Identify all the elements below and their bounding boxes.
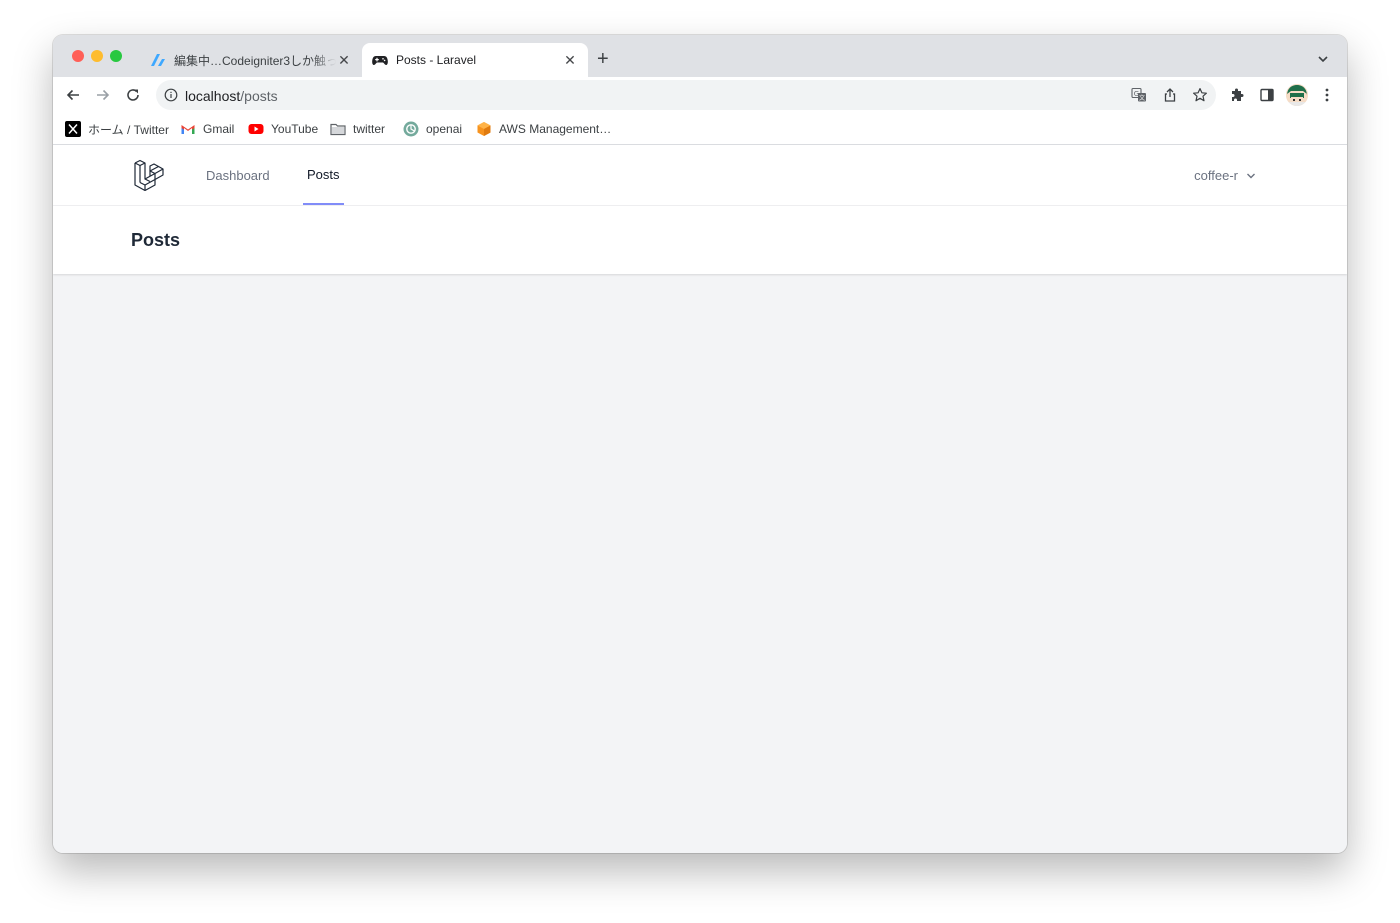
bookmark-label: Gmail [203,122,235,136]
nav-link-posts[interactable]: Posts [303,145,344,205]
bookmark-openai[interactable]: openai [403,120,462,138]
new-tab-button[interactable]: + [597,49,609,69]
url-host: localhost [185,88,241,104]
browser-tab-posts[interactable]: Posts - Laravel ✕ [362,43,588,77]
app-navigation: Dashboard Posts coffee-r [53,145,1347,206]
tab-close-icon[interactable]: ✕ [562,52,578,69]
user-dropdown[interactable]: coffee-r [1194,145,1256,205]
browser-window: 編集中…Codeigniter3しか触ってこなかった ✕ Posts - Lar… [53,35,1347,853]
site-info-icon[interactable] [164,88,178,107]
svg-text:文: 文 [1139,94,1145,102]
tab-title: 編集中…Codeigniter3しか触ってこなかった [174,53,336,68]
tab-close-icon[interactable]: ✕ [336,52,352,69]
address-bar[interactable]: localhost/posts G文 [156,80,1216,110]
bookmark-folder-twitter[interactable]: twitter [330,120,385,138]
gamepad-icon [372,52,388,68]
forward-arrow-icon[interactable] [94,86,112,104]
bookmark-label: twitter [353,122,386,136]
tab-title: Posts - Laravel [396,53,477,67]
reload-icon[interactable] [124,86,142,104]
nav-link-dashboard[interactable]: Dashboard [206,145,270,205]
openai-icon [403,121,419,137]
browser-tab-zenn[interactable]: 編集中…Codeigniter3しか触ってこなかった ✕ [140,43,362,77]
web-page: Dashboard Posts coffee-r Posts [53,145,1347,853]
bookmark-youtube[interactable]: YouTube [248,120,318,138]
share-icon[interactable] [1162,87,1178,103]
tab-search-chevron-icon[interactable] [1317,51,1329,69]
aws-icon [476,121,492,137]
user-name: coffee-r [1194,167,1238,183]
extensions-puzzle-icon[interactable] [1228,86,1246,104]
bookmark-star-icon[interactable] [1192,87,1208,103]
chevron-down-icon [1246,168,1256,183]
page-header: Posts [53,206,1347,274]
window-zoom-button[interactable] [110,50,122,62]
laravel-logo-icon[interactable] [133,159,165,196]
bookmark-label: YouTube [271,122,319,136]
bookmark-label: AWS Management… [499,122,612,136]
page-title: Posts [131,230,181,250]
bookmark-gmail[interactable]: Gmail [180,120,234,138]
bookmark-twitter-home[interactable]: ホーム / Twitter [65,120,169,138]
browser-menu-kebab-icon[interactable] [1318,86,1336,104]
window-minimize-button[interactable] [91,50,103,62]
gmail-icon [180,121,196,137]
back-arrow-icon[interactable] [64,86,82,104]
bookmarks-bar: ホーム / Twitter Gmail YouTube twitter open… [53,113,1347,145]
bookmark-aws[interactable]: AWS Management… [476,120,611,138]
tab-strip: 編集中…Codeigniter3しか触ってこなかった ✕ Posts - Lar… [53,35,1347,77]
browser-toolbar: localhost/posts G文 [53,77,1347,113]
side-panel-icon[interactable] [1258,86,1276,104]
x-logo-icon [65,121,81,137]
window-close-button[interactable] [72,50,84,62]
url-path: /posts [240,88,278,104]
bookmark-label: openai [426,122,463,136]
translate-icon[interactable]: G文 [1131,87,1147,103]
youtube-icon [248,121,264,137]
address-url[interactable]: localhost/posts [185,88,278,104]
bookmark-label: ホーム / Twitter [88,122,169,137]
zenn-icon [150,52,166,68]
profile-avatar[interactable] [1286,84,1308,106]
folder-icon [330,121,346,137]
